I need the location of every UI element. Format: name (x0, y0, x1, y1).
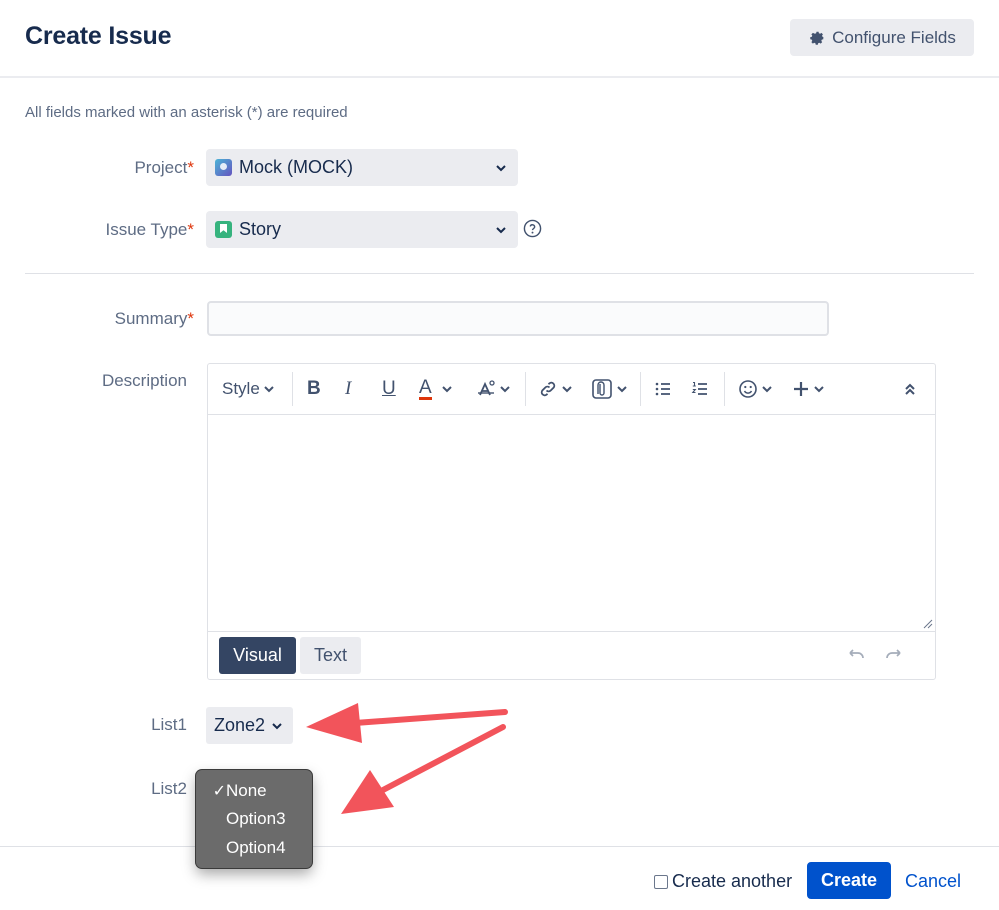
list1-select[interactable]: Zone2 (206, 707, 293, 744)
dialog-title: Create Issue (25, 22, 172, 50)
chevron-down-icon (496, 165, 506, 172)
cancel-link[interactable]: Cancel (905, 871, 961, 892)
visual-mode-button[interactable]: Visual (219, 637, 296, 674)
option-label: Option4 (226, 837, 286, 857)
bullet-list-icon (655, 382, 670, 396)
required-star: * (187, 220, 194, 239)
issue-type-label-text: Issue Type (105, 220, 188, 239)
project-label: Project* (24, 158, 194, 178)
list2-label: List2 (151, 779, 187, 798)
chevron-down-icon (562, 386, 572, 393)
bullet-list-button[interactable] (654, 376, 672, 402)
project-avatar-icon (215, 159, 232, 176)
create-another-checkbox[interactable]: Create another (654, 871, 792, 892)
text-formatting-button[interactable] (476, 376, 512, 402)
chevron-down-icon (762, 386, 772, 393)
collapse-icon (905, 383, 915, 395)
collapse-toolbar-button[interactable] (902, 376, 918, 402)
link-icon (540, 381, 556, 397)
text-color-button[interactable]: A (419, 376, 454, 402)
toolbar-separator (724, 372, 725, 406)
insert-more-button[interactable] (792, 376, 826, 402)
toolbar-separator (640, 372, 641, 406)
chevron-down-icon (496, 227, 506, 234)
description-label: Description (101, 371, 187, 390)
list2-option-none[interactable]: ✓ None (196, 777, 312, 804)
story-icon (215, 221, 232, 238)
list2-dropdown-menu: ✓ None Option3 Option4 (196, 770, 312, 868)
chevron-down-icon (441, 386, 452, 393)
style-dropdown[interactable]: Style (222, 376, 276, 402)
description-editor: Style B I U A Visual Text (207, 363, 936, 680)
required-star: * (187, 158, 194, 177)
list1-value: Zone2 (214, 715, 266, 735)
configure-fields-label: Configure Fields (832, 27, 956, 47)
summary-label-text: Summary (114, 309, 188, 328)
required-star: * (187, 309, 194, 328)
underline-button[interactable]: U (382, 376, 396, 402)
list2-option-option3[interactable]: Option3 (196, 805, 312, 832)
italic-button[interactable]: I (345, 376, 351, 402)
footer-divider (0, 846, 999, 847)
redo-icon[interactable] (885, 648, 903, 662)
resize-handle-icon[interactable] (923, 619, 933, 629)
link-button[interactable] (538, 376, 574, 402)
project-select[interactable]: Mock (MOCK) (206, 149, 518, 186)
editor-toolbar: Style B I U A (208, 364, 935, 415)
summary-label: Summary* (24, 309, 194, 329)
annotation-arrow-list2 (341, 724, 506, 814)
text-effects-icon (478, 380, 495, 396)
create-button[interactable]: Create (807, 862, 891, 899)
section-divider (25, 273, 974, 274)
create-another-label: Create another (672, 871, 793, 891)
numbered-list-button[interactable] (691, 376, 709, 402)
summary-input[interactable] (207, 301, 829, 336)
bold-button[interactable]: B (307, 376, 321, 402)
plus-icon (794, 382, 808, 396)
annotation-arrow-list1 (306, 703, 508, 743)
attachment-button[interactable] (591, 376, 629, 402)
style-label: Style (222, 379, 260, 398)
chevron-down-icon (814, 386, 824, 393)
undo-icon[interactable] (847, 648, 865, 662)
text-mode-button[interactable]: Text (300, 637, 361, 674)
description-textarea[interactable] (208, 415, 935, 631)
project-value: Mock (MOCK) (239, 157, 353, 177)
text-color-glyph: A (419, 377, 432, 400)
issue-type-select[interactable]: Story (206, 211, 518, 248)
checkbox-box[interactable] (654, 874, 668, 889)
gear-icon (810, 31, 825, 45)
chevron-down-icon (500, 386, 510, 393)
editor-footer: Visual Text (208, 631, 935, 680)
emoji-icon (739, 380, 757, 398)
option-label: Option3 (226, 808, 286, 828)
chevron-down-icon (264, 386, 274, 393)
checkmark-icon: ✓ (212, 782, 226, 800)
configure-fields-button[interactable]: Configure Fields (790, 19, 974, 56)
toolbar-separator (292, 372, 293, 406)
project-label-text: Project (134, 158, 188, 177)
required-note: All fields marked with an asterisk (*) a… (25, 104, 348, 121)
issue-type-label: Issue Type* (24, 220, 194, 240)
chevron-down-icon (617, 386, 627, 393)
list1-label: List1 (151, 715, 187, 734)
option-label: None (226, 780, 267, 800)
list2-option-option4[interactable]: Option4 (196, 834, 312, 861)
chevron-down-icon (272, 722, 282, 729)
attachment-icon (592, 379, 612, 399)
issue-type-value: Story (239, 219, 282, 239)
emoji-button[interactable] (738, 376, 774, 402)
toolbar-separator (525, 372, 526, 406)
numbered-list-icon (691, 381, 707, 395)
help-icon[interactable] (523, 219, 542, 238)
